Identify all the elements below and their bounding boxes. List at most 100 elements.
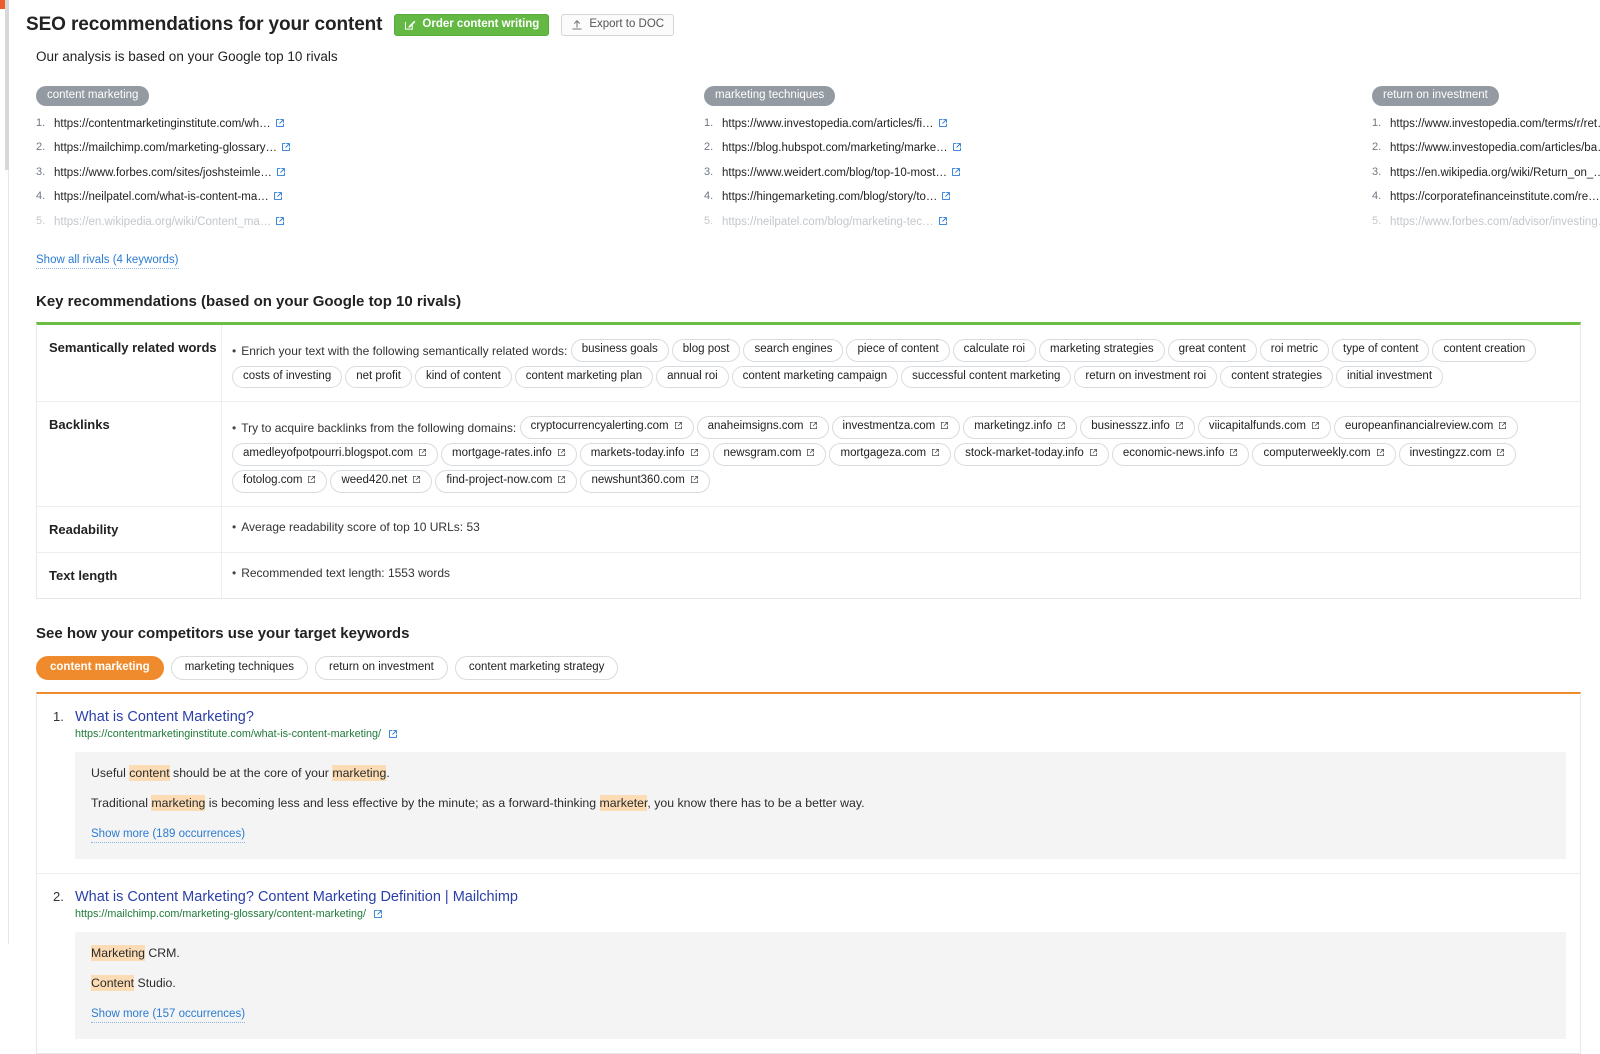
semantic-word-chip[interactable]: content marketing campaign xyxy=(731,365,899,388)
backlink-domain-chip[interactable]: investingzz.com xyxy=(1398,442,1517,466)
external-link-icon[interactable] xyxy=(1229,448,1238,461)
external-link-icon[interactable] xyxy=(307,475,316,488)
backlink-domain-chip[interactable]: mortgageza.com xyxy=(829,442,952,466)
external-link-icon[interactable] xyxy=(557,475,566,488)
backlink-domain-chip[interactable]: mortgage-rates.info xyxy=(441,442,577,466)
backlink-domain-chip[interactable]: cryptocurrencyalerting.com xyxy=(519,415,694,439)
backlink-domain-chip[interactable]: stock-market-today.info xyxy=(954,442,1109,466)
competitor-title-link[interactable]: What is Content Marketing? xyxy=(75,708,254,726)
backlink-domain-chip[interactable]: europeanfinancialreview.com xyxy=(1333,415,1519,439)
show-more-occurrences-link[interactable]: Show more (189 occurrences) xyxy=(91,827,246,843)
semantic-word-chip[interactable]: business goals xyxy=(570,339,669,362)
tab-content-marketing-strategy[interactable]: content marketing strategy xyxy=(454,655,619,680)
backlink-domain-chip[interactable]: markets-today.info xyxy=(579,442,710,466)
external-link-icon[interactable] xyxy=(275,118,285,132)
backlink-domain-chip[interactable]: marketingz.info xyxy=(963,415,1078,439)
semantic-word-chip[interactable]: content marketing plan xyxy=(514,365,654,388)
rival-url-item[interactable]: https://neilpatel.com/what-is-content-ma… xyxy=(36,191,704,205)
rival-url-item[interactable]: https://corporatefinanceinstitute.com/re… xyxy=(1372,191,1600,205)
external-link-icon[interactable] xyxy=(276,167,286,181)
external-link-icon[interactable] xyxy=(674,421,683,434)
semantic-word-chip[interactable]: search engines xyxy=(743,339,844,362)
rival-url-item[interactable]: https://en.wikipedia.org/wiki/Return_on_… xyxy=(1372,167,1600,181)
rival-url-item[interactable]: https://en.wikipedia.org/wiki/Content_ma… xyxy=(36,216,704,230)
semantic-word-chip[interactable]: roi metric xyxy=(1259,339,1330,362)
external-link-icon[interactable] xyxy=(1376,448,1385,461)
semantic-word-chip[interactable]: net profit xyxy=(345,365,412,388)
rival-url-item[interactable]: https://www.weidert.com/blog/top-10-most… xyxy=(704,167,1372,181)
semantic-word-chip[interactable]: costs of investing xyxy=(232,365,343,388)
external-link-icon[interactable] xyxy=(690,448,699,461)
semantic-word-chip[interactable]: type of content xyxy=(1332,339,1430,362)
backlink-domain-chip[interactable]: newshunt360.com xyxy=(580,469,710,493)
rival-url-item[interactable]: https://www.forbes.com/advisor/investing… xyxy=(1372,216,1600,230)
rival-url-item[interactable]: https://www.investopedia.com/articles/ba… xyxy=(1372,142,1600,156)
export-to-doc-button[interactable]: Export to DOC xyxy=(561,14,675,36)
rival-url-item[interactable]: https://blog.hubspot.com/marketing/marke… xyxy=(704,142,1372,156)
external-link-icon[interactable] xyxy=(931,448,940,461)
backlink-domain-chip[interactable]: viicapitalfunds.com xyxy=(1197,415,1331,439)
external-link-icon[interactable] xyxy=(809,421,818,434)
external-link-icon[interactable] xyxy=(1057,421,1066,434)
backlink-domain-chip[interactable]: find-project-now.com xyxy=(435,469,578,493)
external-link-icon[interactable] xyxy=(690,475,699,488)
semantic-word-chip[interactable]: marketing strategies xyxy=(1039,339,1165,362)
external-link-icon[interactable] xyxy=(1175,421,1184,434)
backlink-domain-chip[interactable]: economic-news.info xyxy=(1111,442,1250,466)
order-content-writing-button[interactable]: Order content writing xyxy=(394,14,550,36)
external-link-icon[interactable] xyxy=(373,909,383,923)
semantic-word-chip[interactable]: content strategies xyxy=(1220,365,1334,388)
external-link-icon[interactable] xyxy=(273,191,283,205)
external-link-icon[interactable] xyxy=(941,191,951,205)
external-link-icon[interactable] xyxy=(952,142,962,156)
tab-return-on-investment[interactable]: return on investment xyxy=(315,655,448,680)
backlink-domain-chip[interactable]: businesszz.info xyxy=(1080,415,1195,439)
semantic-word-chip[interactable]: calculate roi xyxy=(952,339,1037,362)
backlink-domain-chip[interactable]: investmentza.com xyxy=(831,415,961,439)
external-link-icon[interactable] xyxy=(938,216,948,230)
semantic-word-chip[interactable]: great content xyxy=(1167,339,1257,362)
external-link-icon[interactable] xyxy=(940,421,949,434)
page-scrollbar-track[interactable] xyxy=(5,0,9,170)
external-link-icon[interactable] xyxy=(1311,421,1320,434)
external-link-icon[interactable] xyxy=(281,142,291,156)
semantic-word-chip[interactable]: annual roi xyxy=(656,365,729,388)
external-link-icon[interactable] xyxy=(557,448,566,461)
backlink-domain-chip[interactable]: amedleyofpotpourri.blogspot.com xyxy=(232,442,439,466)
external-link-icon[interactable] xyxy=(938,118,948,132)
external-link-icon[interactable] xyxy=(1089,448,1098,461)
rival-url-item[interactable]: https://neilpatel.com/blog/marketing-tec… xyxy=(704,216,1372,230)
show-more-occurrences-link[interactable]: Show more (157 occurrences) xyxy=(91,1007,246,1023)
rival-url-item[interactable]: https://www.forbes.com/sites/joshsteimle… xyxy=(36,167,704,181)
external-link-icon[interactable] xyxy=(418,448,427,461)
semantic-word-chip[interactable]: initial investment xyxy=(1336,365,1444,388)
external-link-icon[interactable] xyxy=(412,475,421,488)
backlink-domain-chip[interactable]: anaheimsigns.com xyxy=(696,415,829,439)
competitor-title-link[interactable]: What is Content Marketing? Content Marke… xyxy=(75,888,518,906)
rival-url-item[interactable]: https://www.investopedia.com/terms/r/ret… xyxy=(1372,118,1600,132)
semantic-word-chip[interactable]: successful content marketing xyxy=(901,365,1072,388)
external-link-icon[interactable] xyxy=(1496,448,1505,461)
rival-url-item[interactable]: https://www.investopedia.com/articles/fi… xyxy=(704,118,1372,132)
semantic-word-chip[interactable]: content creation xyxy=(1432,339,1537,362)
backlink-domain-chip[interactable]: weed420.net xyxy=(330,469,433,493)
external-link-icon[interactable] xyxy=(1498,421,1507,434)
tab-content-marketing[interactable]: content marketing xyxy=(36,655,164,680)
external-link-icon[interactable] xyxy=(275,216,285,230)
tab-marketing-techniques[interactable]: marketing techniques xyxy=(170,655,308,680)
semantic-word-chip[interactable]: blog post xyxy=(671,339,741,362)
semantic-word-chip[interactable]: return on investment roi xyxy=(1074,365,1218,388)
rival-url-item[interactable]: https://contentmarketinginstitute.com/wh… xyxy=(36,118,704,132)
rival-url-item[interactable]: https://mailchimp.com/marketing-glossary… xyxy=(36,142,704,156)
external-link-icon[interactable] xyxy=(951,167,961,181)
rival-url-item[interactable]: https://hingemarketing.com/blog/story/to… xyxy=(704,191,1372,205)
backlink-domain-chip[interactable]: computerweekly.com xyxy=(1252,442,1396,466)
external-link-icon[interactable] xyxy=(806,448,815,461)
semantic-word-chip[interactable]: piece of content xyxy=(846,339,950,362)
rivals-columns: content marketing https://contentmarketi… xyxy=(9,64,1600,240)
backlink-domain-chip[interactable]: newsgram.com xyxy=(712,442,827,466)
external-link-icon[interactable] xyxy=(388,729,398,743)
show-all-rivals-link[interactable]: Show all rivals (4 keywords) xyxy=(36,253,179,270)
backlink-domain-chip[interactable]: fotolog.com xyxy=(232,469,328,493)
semantic-word-chip[interactable]: kind of content xyxy=(414,365,512,388)
